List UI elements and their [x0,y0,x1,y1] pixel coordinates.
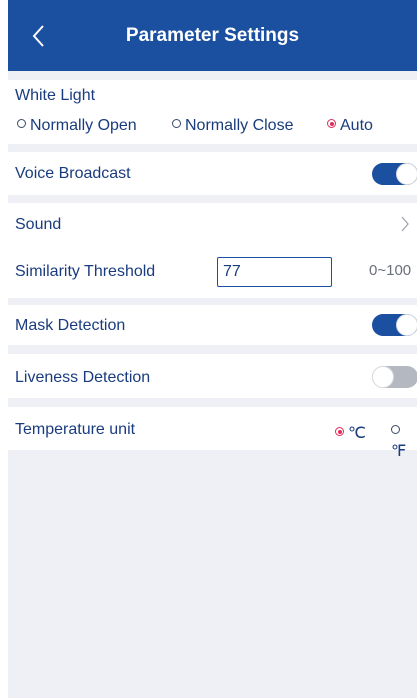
sound-label: Sound [15,216,62,233]
white-light-option-auto[interactable]: Auto [327,117,373,135]
similarity-threshold-input[interactable] [217,257,332,287]
temperature-unit-option-fahrenheit[interactable]: ℉ [391,423,417,461]
screen: Parameter Settings White Light Normally … [8,0,417,698]
liveness-detection-toggle[interactable] [372,366,417,388]
mask-detection-toggle[interactable] [372,314,417,336]
chevron-left-icon[interactable] [28,23,50,49]
temperature-unit-label: Temperature unit [15,421,136,438]
radio-icon [17,119,26,129]
mask-detection-label: Mask Detection [15,317,126,334]
temperature-unit-row: Temperature unit ℃ ℉ [8,407,417,460]
liveness-detection-label: Liveness Detection [15,369,151,386]
sound-row[interactable]: Sound [8,203,417,245]
similarity-threshold-row: Similarity Threshold 0~100 [8,245,417,298]
voice-broadcast-label: Voice Broadcast [15,165,131,182]
similarity-threshold-range: 0~100 [369,262,412,279]
similarity-threshold-label: Similarity Threshold [15,263,156,280]
temperature-unit-option-celsius[interactable]: ℃ [335,423,366,443]
liveness-detection-row: Liveness Detection [8,354,417,398]
radio-selected-icon [335,427,344,437]
toggle-knob [396,314,417,336]
header-bar: Parameter Settings [8,0,417,71]
page-title: Parameter Settings [125,25,300,46]
radio-icon [172,119,181,129]
chevron-right-icon [401,216,409,232]
white-light-option-normally-close[interactable]: Normally Close [172,117,293,135]
mask-detection-row: Mask Detection [8,305,417,345]
white-light-option-normally-open[interactable]: Normally Open [17,117,137,135]
toggle-knob [396,163,417,185]
radio-selected-icon [327,119,336,129]
voice-broadcast-toggle[interactable] [372,163,417,185]
white-light-label: White Light [15,87,96,104]
radio-icon [391,425,400,435]
toggle-knob [372,366,394,388]
white-light-row: White Light Normally Open Normally Close… [8,80,417,144]
voice-broadcast-row: Voice Broadcast [8,152,417,195]
